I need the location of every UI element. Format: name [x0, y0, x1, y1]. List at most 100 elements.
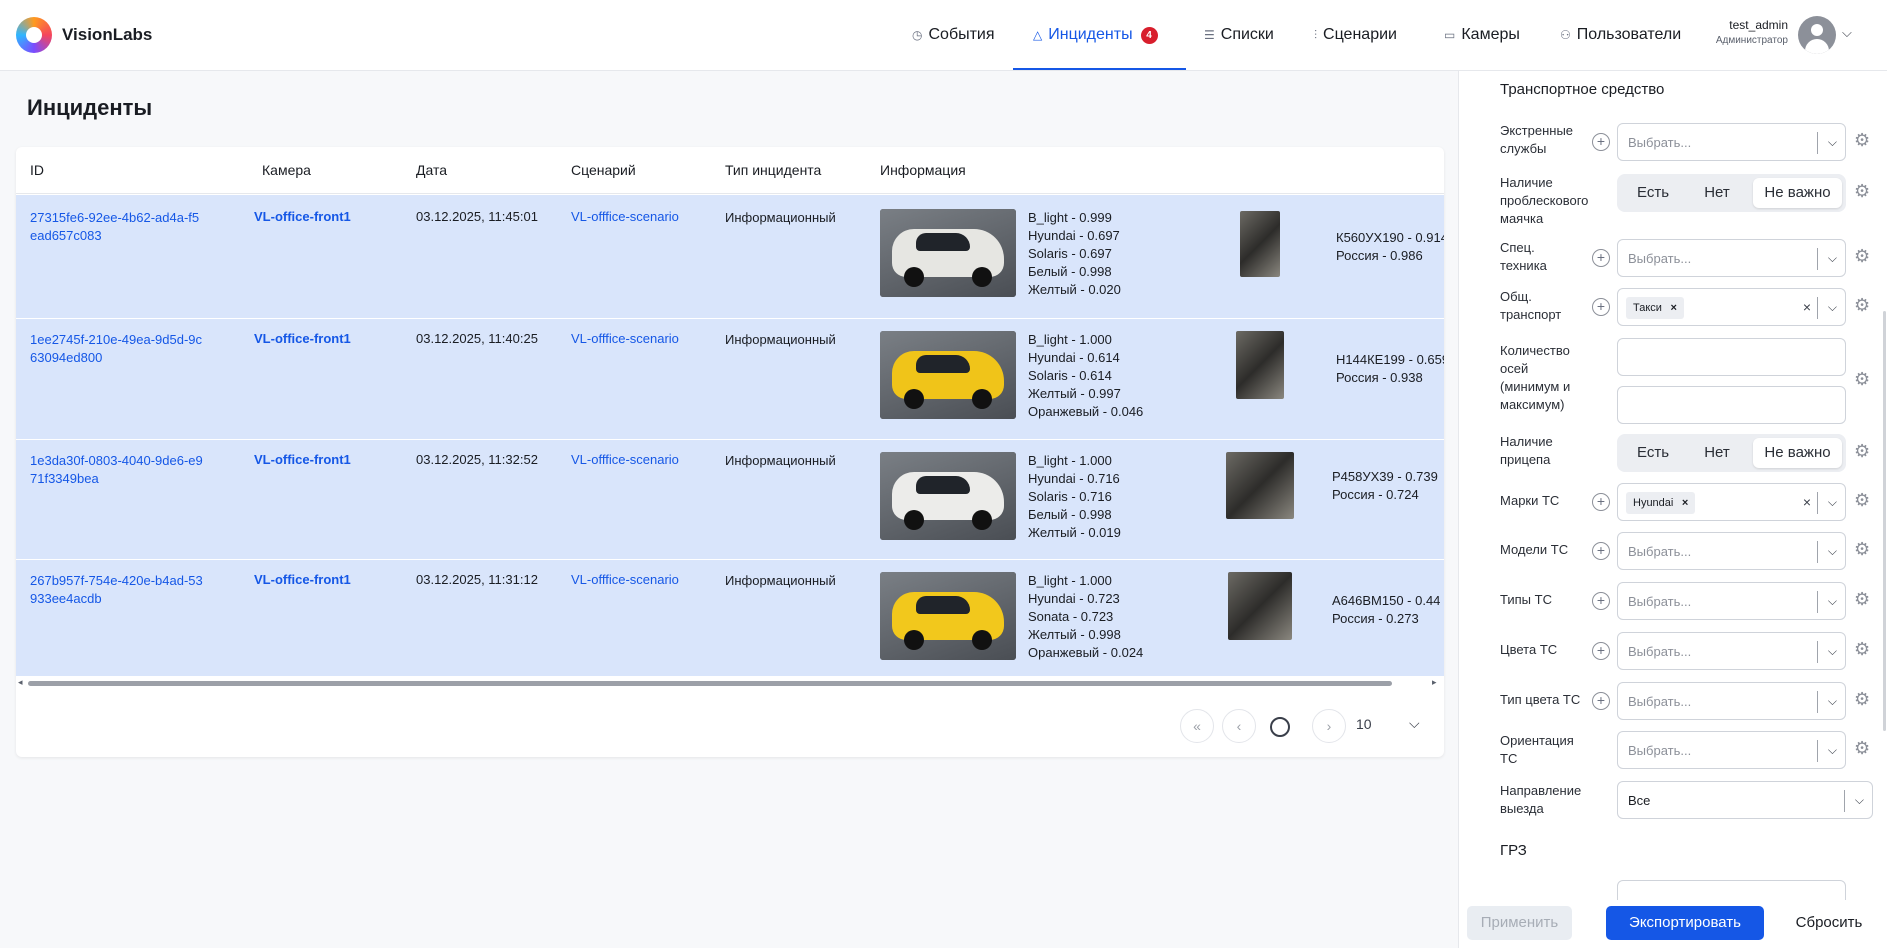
clear-icon[interactable]: ×: [1803, 299, 1811, 315]
vehicle-thumbnail[interactable]: [880, 572, 1016, 660]
prev-page-button[interactable]: ‹: [1222, 709, 1256, 743]
gear-icon[interactable]: ⚙: [1854, 295, 1870, 316]
beacon-option-no[interactable]: Нет: [1687, 178, 1747, 208]
first-page-button[interactable]: «: [1180, 709, 1214, 743]
trailer-option-no[interactable]: Нет: [1687, 438, 1747, 468]
plus-icon[interactable]: +: [1592, 642, 1610, 660]
horizontal-scrollbar[interactable]: ◂ ▸: [16, 677, 1444, 689]
scenario-link[interactable]: VL-offfice-scenario: [571, 331, 679, 346]
scrollbar-thumb[interactable]: [28, 681, 1392, 686]
scenario-link[interactable]: VL-offfice-scenario: [571, 572, 679, 587]
camera-link[interactable]: VL-office-front1: [254, 452, 351, 467]
brands-select[interactable]: Hyundai × × ⌵: [1617, 483, 1846, 521]
incident-id-link[interactable]: 1ee2745f-210e-49ea-9d5d-9c63094ed800: [30, 331, 205, 367]
direction-select[interactable]: Все ⌵: [1617, 781, 1873, 819]
plus-icon[interactable]: +: [1592, 592, 1610, 610]
column-header-camera[interactable]: Камера: [262, 162, 311, 178]
gear-icon[interactable]: ⚙: [1854, 738, 1870, 759]
plus-icon[interactable]: +: [1592, 692, 1610, 710]
incident-id-link[interactable]: 1e3da30f-0803-4040-9de6-e971f3349bea: [30, 452, 205, 488]
axles-max-input[interactable]: [1617, 386, 1846, 424]
gear-icon[interactable]: ⚙: [1854, 246, 1870, 267]
next-page-button[interactable]: ›: [1312, 709, 1346, 743]
nav-item-scenarios[interactable]: ⫶ Сценарии: [1314, 0, 1397, 70]
trailer-option-yes[interactable]: Есть: [1623, 438, 1683, 468]
column-header-scenario[interactable]: Сценарий: [571, 162, 636, 178]
color-type-select[interactable]: Выбрать... ⌵: [1617, 682, 1846, 720]
user-role: Администратор: [1715, 35, 1788, 46]
gear-icon[interactable]: ⚙: [1854, 639, 1870, 660]
colors-select[interactable]: Выбрать... ⌵: [1617, 632, 1846, 670]
incident-date: 03.12.2025, 11:40:25: [416, 331, 538, 346]
axles-min-input[interactable]: [1617, 338, 1846, 376]
apply-button[interactable]: Применить: [1467, 906, 1572, 940]
plate-thumbnail[interactable]: [1226, 452, 1294, 519]
plus-icon[interactable]: +: [1592, 298, 1610, 316]
gear-icon[interactable]: ⚙: [1854, 130, 1870, 151]
gear-icon[interactable]: ⚙: [1854, 490, 1870, 511]
page-size-value[interactable]: 10: [1356, 716, 1372, 732]
beacon-option-yes[interactable]: Есть: [1623, 178, 1683, 208]
current-page-indicator[interactable]: [1270, 717, 1290, 737]
clear-icon[interactable]: ×: [1803, 494, 1811, 510]
vehicle-thumbnail[interactable]: [880, 452, 1016, 540]
gear-icon[interactable]: ⚙: [1854, 689, 1870, 710]
plate-thumbnail[interactable]: [1240, 211, 1280, 277]
avatar[interactable]: [1798, 16, 1836, 54]
vehicle-thumbnail[interactable]: [880, 209, 1016, 297]
scroll-right-icon[interactable]: ▸: [1432, 677, 1437, 688]
camera-link[interactable]: VL-office-front1: [254, 331, 351, 346]
trailer-option-any[interactable]: Не важно: [1753, 438, 1842, 468]
chip-remove-icon[interactable]: ×: [1682, 492, 1688, 514]
table-row[interactable]: 1e3da30f-0803-4040-9de6-e971f3349bea VL-…: [16, 440, 1444, 560]
plate-thumbnail[interactable]: [1236, 331, 1284, 399]
nav-item-cameras[interactable]: ▭ Камеры: [1444, 0, 1520, 70]
camera-link[interactable]: VL-office-front1: [254, 209, 351, 224]
nav-item-lists[interactable]: ☰ Списки: [1204, 0, 1274, 70]
column-header-type[interactable]: Тип инцидента: [725, 162, 821, 178]
logo[interactable]: VisionLabs: [16, 17, 152, 53]
export-button[interactable]: Экспортировать: [1606, 906, 1764, 940]
chevron-down-icon[interactable]: ⌵: [1409, 715, 1420, 732]
gear-icon[interactable]: ⚙: [1854, 589, 1870, 610]
models-select[interactable]: Выбрать... ⌵: [1617, 532, 1846, 570]
gear-icon[interactable]: ⚙: [1854, 441, 1870, 462]
column-header-id[interactable]: ID: [30, 162, 44, 178]
column-header-date[interactable]: Дата: [416, 162, 447, 178]
chip-remove-icon[interactable]: ×: [1671, 297, 1677, 319]
public-transport-select[interactable]: Такси × × ⌵: [1617, 288, 1846, 326]
chevron-down-icon: ⌵: [1827, 694, 1837, 708]
table-row[interactable]: 27315fe6-92ee-4b62-ad4a-f5ead657c083 VL-…: [16, 195, 1444, 319]
table-row[interactable]: 267b957f-754e-420e-b4ad-53933ee4acdb VL-…: [16, 560, 1444, 677]
plus-icon[interactable]: +: [1592, 542, 1610, 560]
incident-id-link[interactable]: 27315fe6-92ee-4b62-ad4a-f5ead657c083: [30, 209, 205, 245]
plus-icon[interactable]: +: [1592, 249, 1610, 267]
reset-button[interactable]: Сбросить: [1779, 906, 1879, 940]
plus-icon[interactable]: +: [1592, 133, 1610, 151]
panel-scrollbar[interactable]: [1883, 311, 1886, 731]
emergency-select[interactable]: Выбрать... ⌵: [1617, 123, 1846, 161]
nav-item-users[interactable]: ⚇ Пользователи: [1560, 0, 1681, 70]
incidents-table: ID Камера Дата Сценарий Тип инцидента Ин…: [16, 147, 1444, 757]
column-header-info[interactable]: Информация: [880, 162, 966, 178]
scroll-left-icon[interactable]: ◂: [18, 677, 23, 688]
scenario-link[interactable]: VL-offfice-scenario: [571, 209, 679, 224]
vehicle-thumbnail[interactable]: [880, 331, 1016, 419]
gear-icon[interactable]: ⚙: [1854, 369, 1870, 390]
camera-link[interactable]: VL-office-front1: [254, 572, 351, 587]
beacon-option-any[interactable]: Не важно: [1753, 178, 1842, 208]
orientation-select[interactable]: Выбрать... ⌵: [1617, 731, 1846, 769]
plus-icon[interactable]: +: [1592, 493, 1610, 511]
user-info[interactable]: test_admin Администратор: [1700, 18, 1788, 46]
scenario-link[interactable]: VL-offfice-scenario: [571, 452, 679, 467]
special-select[interactable]: Выбрать... ⌵: [1617, 239, 1846, 277]
chevron-down-icon[interactable]: ⌵: [1842, 25, 1852, 41]
incident-id-link[interactable]: 267b957f-754e-420e-b4ad-53933ee4acdb: [30, 572, 205, 608]
nav-item-events[interactable]: ◷ События: [912, 0, 995, 70]
types-select[interactable]: Выбрать... ⌵: [1617, 582, 1846, 620]
plate-thumbnail[interactable]: [1228, 572, 1292, 640]
nav-item-incidents[interactable]: △ Инциденты 4: [1013, 0, 1186, 70]
table-row[interactable]: 1ee2745f-210e-49ea-9d5d-9c63094ed800 VL-…: [16, 319, 1444, 440]
gear-icon[interactable]: ⚙: [1854, 181, 1870, 202]
gear-icon[interactable]: ⚙: [1854, 539, 1870, 560]
